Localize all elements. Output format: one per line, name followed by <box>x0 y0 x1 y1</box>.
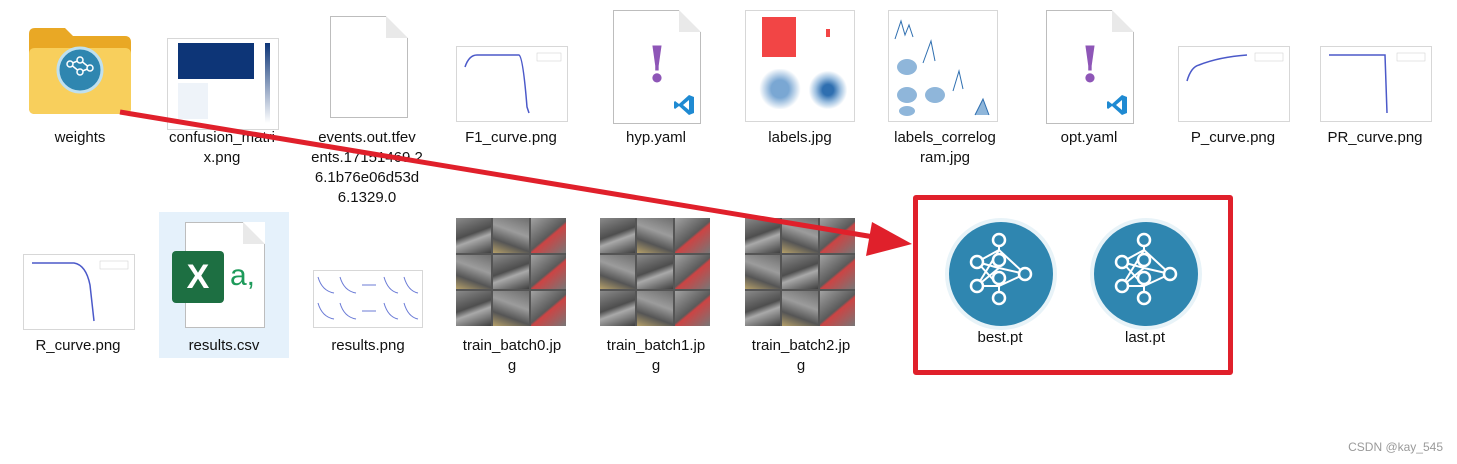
annotation-arrow <box>119 109 912 256</box>
watermark: CSDN @kay_545 <box>1348 440 1443 454</box>
